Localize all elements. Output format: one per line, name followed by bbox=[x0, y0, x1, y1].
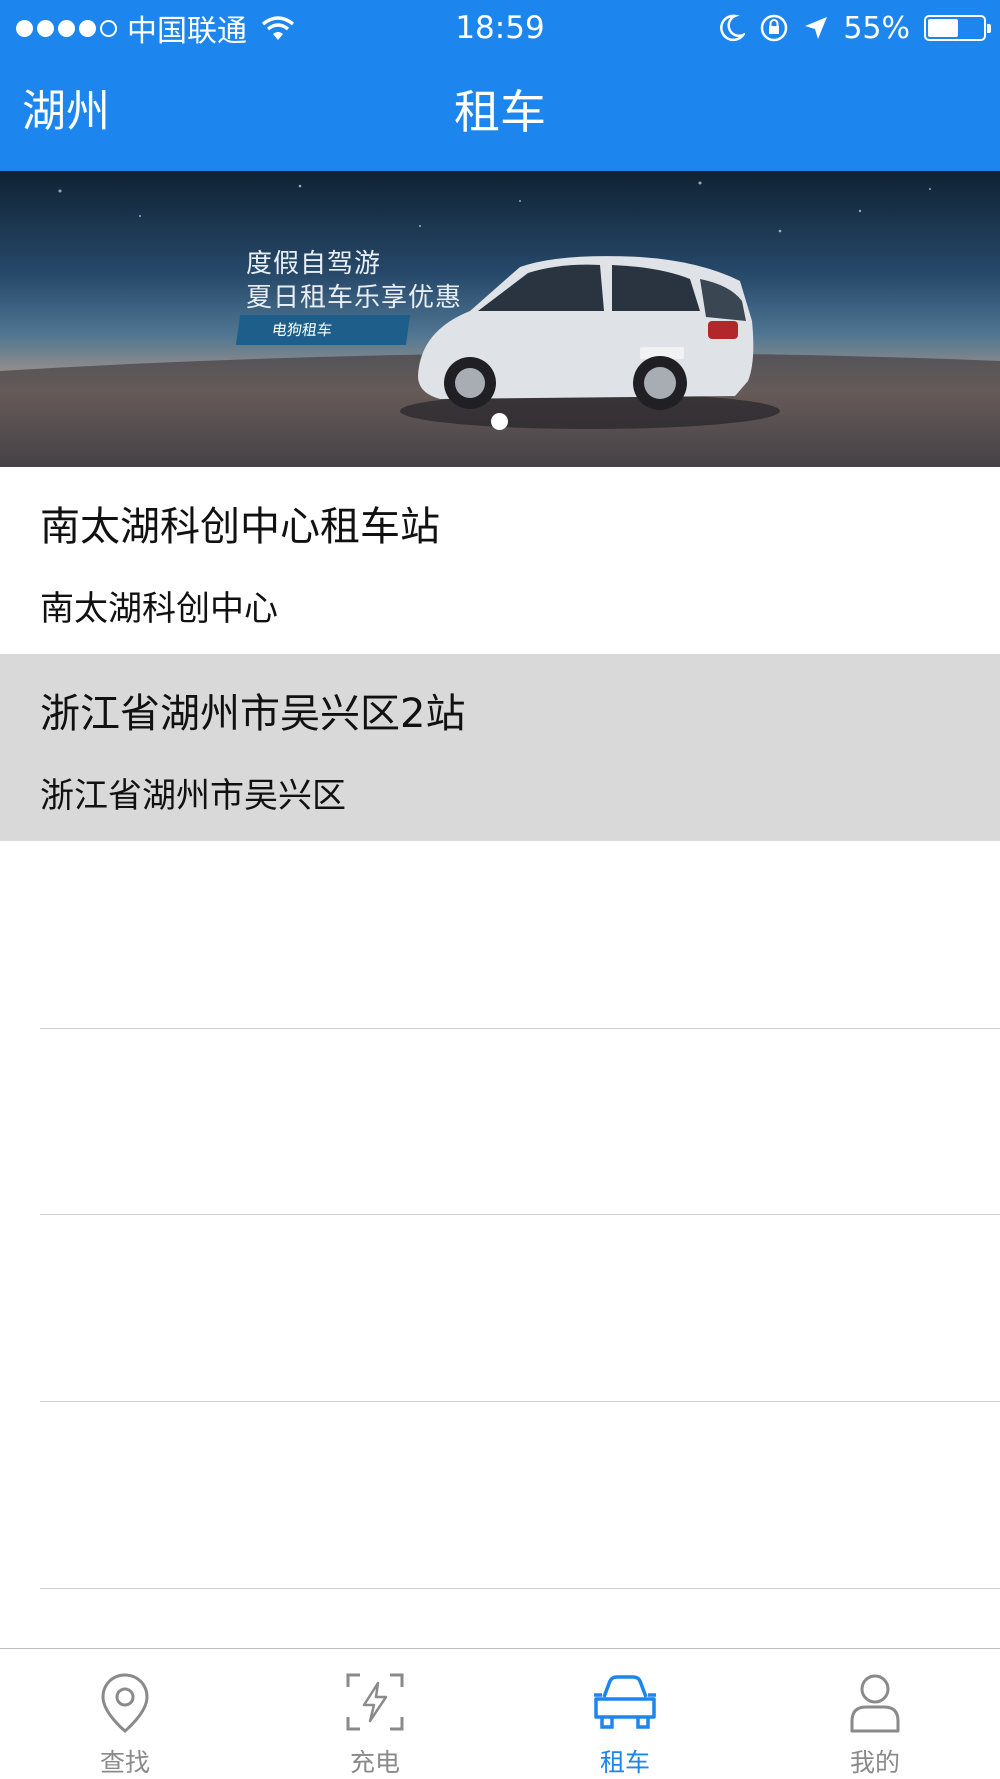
list-separator bbox=[40, 1028, 1000, 1029]
station-address: 浙江省湖州市吴兴区 bbox=[40, 776, 346, 816]
top-bar: 中国联通 18:59 55% 湖州 租车 bbox=[0, 0, 1000, 171]
banner-subheadline: 夏日租车乐享优惠 bbox=[246, 283, 463, 313]
status-right: 55% bbox=[719, 8, 991, 48]
station-address: 南太湖科创中心 bbox=[40, 589, 278, 629]
banner-headline: 度假自驾游 bbox=[246, 249, 382, 279]
banner-page-indicator[interactable] bbox=[491, 413, 508, 430]
battery-icon bbox=[924, 15, 991, 41]
page-title: 租车 bbox=[454, 85, 546, 139]
tab-profile[interactable]: 我的 bbox=[750, 1649, 1000, 1779]
car-icon bbox=[594, 1675, 656, 1729]
tab-label: 租车 bbox=[599, 1748, 650, 1777]
tab-label: 我的 bbox=[849, 1748, 900, 1777]
tab-bar: 查找 充电 租车 我的 bbox=[0, 1648, 1000, 1779]
battery-percent: 55% bbox=[843, 10, 910, 46]
tab-rental[interactable]: 租车 bbox=[500, 1649, 750, 1779]
tab-label: 查找 bbox=[99, 1748, 150, 1777]
location-arrow-icon bbox=[805, 17, 828, 39]
status-bar: 中国联通 18:59 55% bbox=[0, 0, 1000, 56]
location-pin-icon bbox=[101, 1673, 149, 1733]
banner-brand-tag: 电狗租车 bbox=[235, 315, 411, 345]
tab-search[interactable]: 查找 bbox=[0, 1649, 250, 1779]
list-separator bbox=[40, 1588, 1000, 1589]
station-list-item[interactable]: 浙江省湖州市吴兴区2站 浙江省湖州市吴兴区 bbox=[0, 654, 1000, 841]
station-list-item[interactable]: 南太湖科创中心租车站 南太湖科创中心 bbox=[0, 467, 1000, 654]
navigation-bar: 湖州 租车 bbox=[0, 56, 1000, 171]
station-name: 浙江省湖州市吴兴区2站 bbox=[40, 691, 466, 737]
moon-icon bbox=[720, 14, 746, 42]
list-separator bbox=[40, 1401, 1000, 1402]
list-separator bbox=[40, 1214, 1000, 1215]
rotation-lock-icon bbox=[761, 14, 788, 42]
user-icon bbox=[850, 1674, 900, 1733]
tab-label: 充电 bbox=[349, 1748, 400, 1777]
tab-charging[interactable]: 充电 bbox=[250, 1649, 500, 1779]
station-name: 南太湖科创中心租车站 bbox=[40, 504, 440, 550]
charging-icon bbox=[346, 1673, 404, 1731]
